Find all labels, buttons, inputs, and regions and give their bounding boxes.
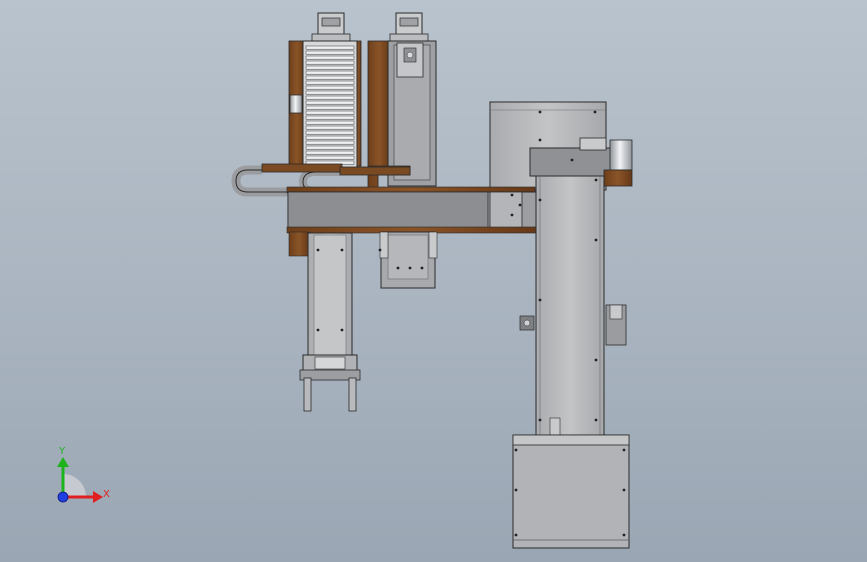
tray-slat	[305, 145, 355, 150]
motor-cylinder	[609, 139, 633, 171]
gearbox-mount	[579, 137, 607, 151]
gripper-finger-right	[348, 377, 357, 412]
left-gripper-column	[299, 232, 361, 412]
bolt-hole	[538, 298, 542, 302]
bolt-hole	[510, 193, 514, 197]
bolt-hole	[538, 418, 542, 422]
tray-slat	[305, 120, 355, 125]
y-axis-label: Y	[58, 446, 66, 457]
bolt-hole	[594, 418, 598, 422]
bolt-hole	[396, 266, 400, 270]
bolt-hole	[593, 110, 597, 114]
bolt-hole	[378, 248, 382, 252]
tray-slat	[305, 75, 355, 80]
middle-magazine-wood-rail	[367, 40, 391, 172]
middle-top-motor	[389, 12, 429, 43]
tray-slat	[305, 60, 355, 65]
bolt-hole	[518, 203, 522, 207]
bolt-hole	[316, 248, 320, 252]
bolt-hole	[316, 328, 320, 332]
bolt-hole	[340, 248, 344, 252]
tray-slat	[305, 85, 355, 90]
bolt-hole	[622, 488, 626, 492]
bolt-hole	[510, 213, 514, 217]
left-magazine-frame	[302, 40, 358, 170]
bolt-hole	[408, 266, 412, 270]
z-axis-dot	[57, 491, 69, 503]
bolt-hole	[594, 238, 598, 242]
tray-slat	[305, 115, 355, 120]
gearbox	[529, 147, 613, 177]
gripper-head	[299, 354, 361, 381]
tray-slat	[305, 95, 355, 100]
tray-slat	[305, 70, 355, 75]
base-cabinet	[512, 434, 630, 549]
bolt-hole	[538, 138, 542, 142]
tray-slat	[305, 65, 355, 70]
gripper-finger-left	[303, 377, 312, 412]
middle-bracket	[396, 42, 424, 78]
tray-slat	[305, 140, 355, 145]
coordinate-triad: Y X	[57, 446, 110, 503]
tray-slat	[305, 50, 355, 55]
middle-chute	[379, 231, 438, 289]
tray-slat	[305, 100, 355, 105]
right-wood-block	[603, 169, 633, 187]
bolt-hole	[622, 448, 626, 452]
bolt-hole	[420, 266, 424, 270]
tray-slat	[305, 80, 355, 85]
tray-slat	[305, 110, 355, 115]
tray-slat	[305, 125, 355, 130]
tray-slat	[305, 55, 355, 60]
left-chrome-roller	[289, 94, 303, 114]
bolt-hole	[594, 178, 598, 182]
beam-wood-end	[288, 231, 310, 257]
right-vertical-column	[519, 175, 627, 439]
bolt-hole	[514, 488, 518, 492]
left-magazine-assembly	[288, 12, 362, 172]
bolt-hole	[622, 533, 626, 537]
y-axis-arrow	[57, 457, 69, 467]
x-axis-label: X	[103, 489, 110, 500]
tray-slat	[305, 45, 355, 50]
bolt-hole	[514, 448, 518, 452]
middle-magazine-assembly	[367, 12, 437, 189]
bolt-hole	[594, 358, 598, 362]
left-top-motor	[311, 12, 351, 43]
tray-slat	[305, 155, 355, 160]
bolt-hole	[538, 198, 542, 202]
bolt-hole	[538, 110, 542, 114]
valve-fitting	[519, 315, 535, 331]
tray-slat	[305, 135, 355, 140]
tray-slat	[305, 150, 355, 155]
tray-slat	[305, 90, 355, 95]
bolt-hole	[340, 328, 344, 332]
tray-slat	[305, 105, 355, 110]
cad-viewport[interactable]: Y X	[0, 0, 867, 562]
tray-slat	[305, 130, 355, 135]
x-axis-arrow	[93, 491, 103, 503]
bolt-hole	[570, 158, 574, 162]
bolt-hole	[514, 533, 518, 537]
